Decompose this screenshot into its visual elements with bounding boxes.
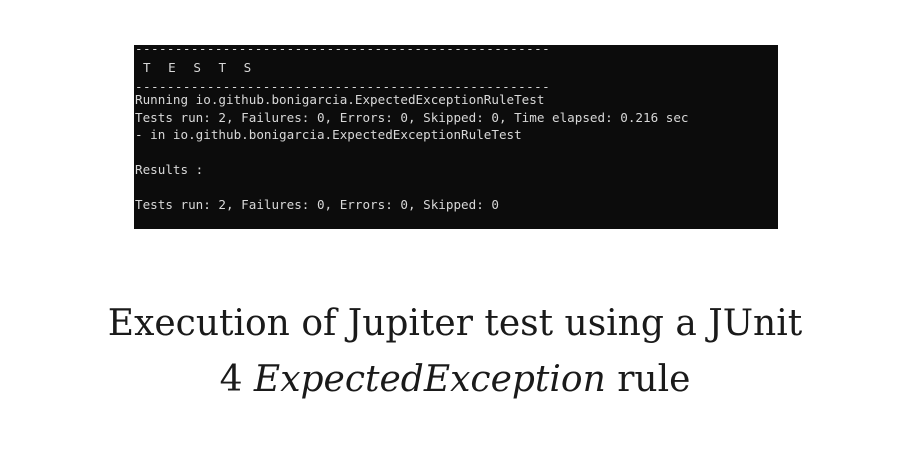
console-separator-top: ----------------------------------------… xyxy=(135,45,551,53)
console-line-running: Running io.github.bonigarcia.ExpectedExc… xyxy=(135,92,545,107)
caption-line-2: 4 ExpectedException rule xyxy=(0,352,910,408)
caption-line-2-suffix: rule xyxy=(605,359,691,400)
caption-line-2-prefix: 4 xyxy=(219,359,254,400)
console-line-in-class: - in io.github.bonigarcia.ExpectedExcept… xyxy=(135,127,522,142)
figure-caption: Execution of Jupiter test using a JUnit … xyxy=(0,296,910,408)
console-separator-bottom: ----------------------------------------… xyxy=(135,83,551,91)
caption-line-1: Execution of Jupiter test using a JUnit xyxy=(107,303,803,344)
console-line-tests-run-summary: Tests run: 2, Failures: 0, Errors: 0, Sk… xyxy=(135,197,499,212)
console-line-results: Results : xyxy=(135,162,204,177)
console-section-title: T E S T S xyxy=(143,60,257,75)
console-line-tests-run-detail: Tests run: 2, Failures: 0, Errors: 0, Sk… xyxy=(135,109,689,125)
caption-line-2-italic: ExpectedException xyxy=(253,359,606,400)
console-output: ----------------------------------------… xyxy=(134,45,778,229)
